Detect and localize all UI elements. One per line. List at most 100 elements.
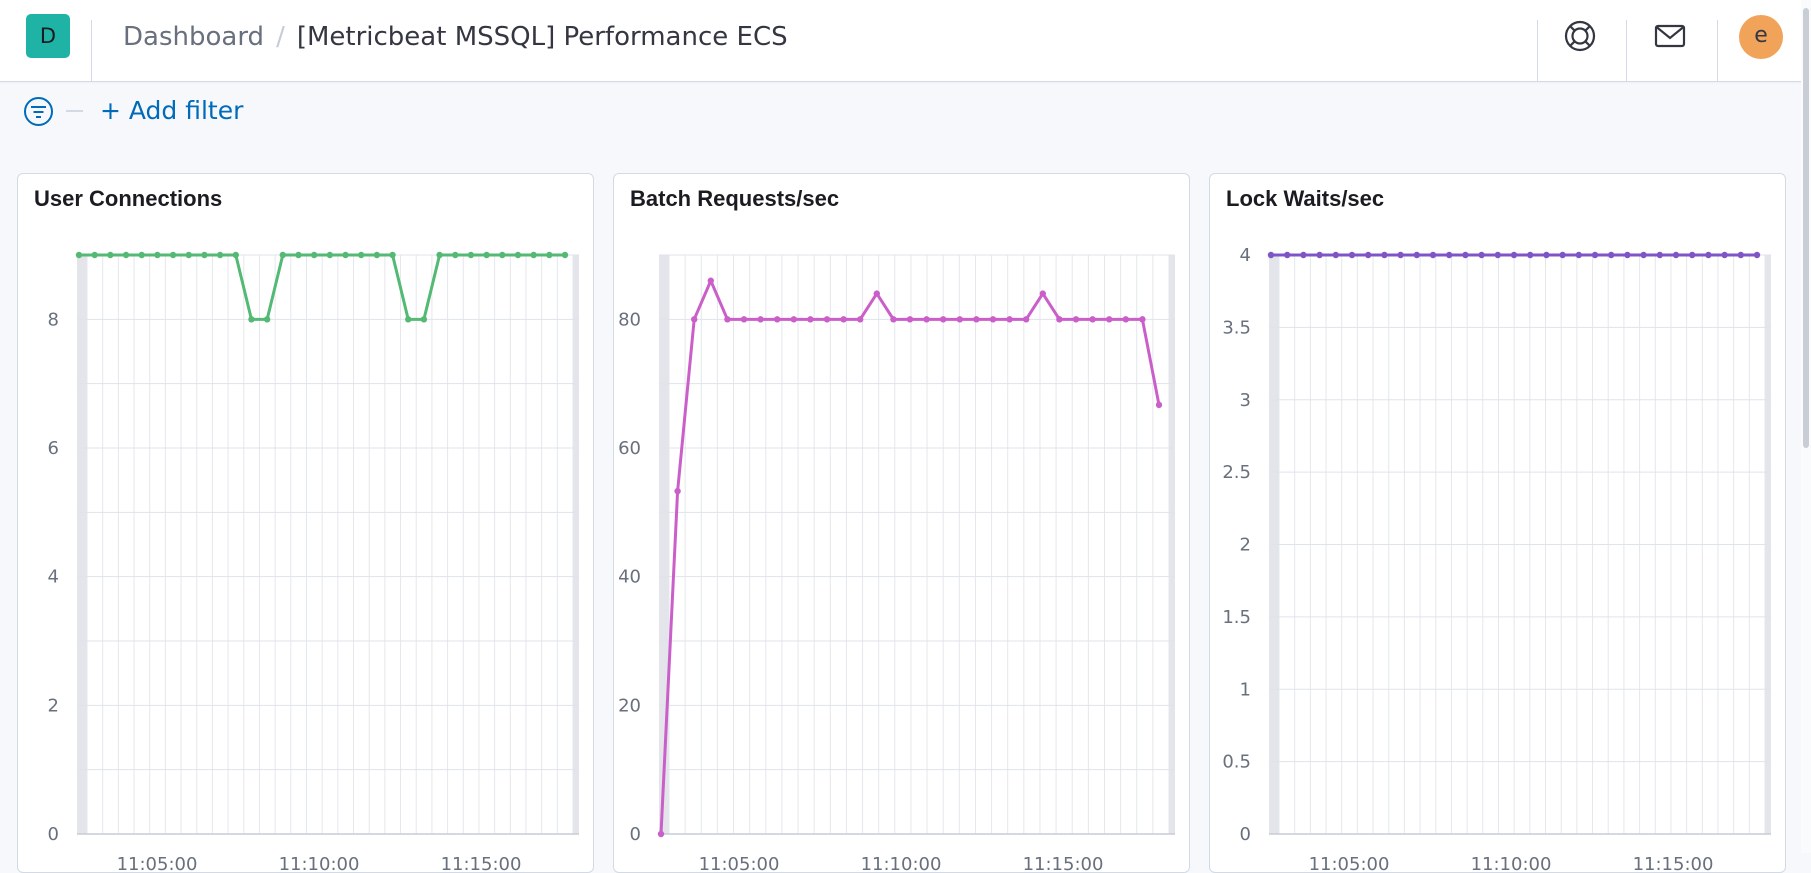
y-tick-label: 0.5	[1222, 752, 1251, 773]
x-tick-label: 11:05:00	[117, 854, 198, 873]
data-point	[310, 251, 318, 259]
batch-requests-chart: 0 20 40 60 80 11:05:00 11:10:00 11:15:00	[618, 254, 1175, 873]
y-tick-label: 6	[48, 438, 59, 459]
plot-edge-band	[1169, 255, 1175, 834]
data-point	[373, 251, 381, 259]
data-point	[807, 316, 814, 323]
data-point	[674, 487, 681, 495]
space-logo[interactable]: D	[26, 14, 70, 58]
y-tick-label: 0	[630, 824, 641, 845]
data-point	[1316, 251, 1323, 259]
panel-lock-waits: Lock Waits/sec 0 0.5 1 1.5 2 2.5 3 3.5 4 11:05:00…	[1209, 173, 1786, 873]
data-point	[216, 251, 224, 259]
filter-separator	[66, 110, 83, 112]
data-point	[1705, 251, 1712, 259]
data-point	[91, 251, 98, 259]
data-point	[342, 251, 349, 259]
data-point	[122, 251, 130, 259]
data-point	[1462, 251, 1469, 259]
data-point	[1624, 251, 1631, 259]
header-divider	[91, 20, 92, 81]
data-point	[467, 251, 475, 259]
y-tick-label: 1.5	[1222, 607, 1251, 628]
data-point	[530, 251, 537, 259]
data-point	[295, 251, 302, 259]
filter-icon[interactable]	[23, 96, 54, 127]
data-point	[1267, 251, 1275, 259]
data-point	[1381, 251, 1388, 259]
y-tick-label: 0	[1240, 824, 1251, 845]
y-tick-label: 4	[1240, 245, 1251, 266]
data-point	[499, 251, 506, 259]
data-point	[514, 251, 522, 259]
x-tick-label: 11:15:00	[1023, 854, 1104, 873]
user-connections-chart: 0 2 4 6 8 11:05:00 11:10:00 11:15:00	[48, 251, 579, 873]
data-point	[248, 316, 255, 323]
data-point	[1122, 316, 1129, 323]
data-point	[154, 251, 161, 259]
data-point	[1672, 251, 1680, 259]
lifebuoy-icon[interactable]	[1562, 18, 1598, 54]
y-tick-label: 0	[48, 824, 59, 845]
data-point	[1413, 251, 1420, 259]
breadcrumb-separator: /	[276, 22, 285, 52]
mail-icon[interactable]	[1652, 18, 1688, 54]
data-point	[890, 316, 897, 323]
user-avatar[interactable]: e	[1739, 15, 1783, 59]
x-tick-label: 11:10:00	[861, 854, 942, 873]
data-point	[1072, 316, 1080, 323]
y-tick-label: 80	[618, 309, 641, 330]
data-point	[657, 830, 665, 838]
page-scrollbar-thumb[interactable]	[1803, 8, 1809, 448]
panel-user-connections: User Connections 0 2 4 6 8 11:05:00 11:10:00 11…	[17, 173, 594, 873]
header-divider	[1717, 20, 1718, 81]
data-point	[840, 316, 847, 323]
data-point	[1056, 316, 1063, 323]
data-point	[75, 251, 83, 259]
data-point	[1510, 251, 1518, 259]
data-point	[790, 316, 797, 323]
data-point	[1543, 251, 1550, 259]
y-tick-label: 40	[618, 567, 641, 588]
data-point	[263, 316, 271, 323]
data-point	[1300, 251, 1307, 259]
data-point	[1478, 251, 1485, 259]
data-point	[1106, 316, 1113, 323]
data-point	[1721, 251, 1728, 259]
data-point	[989, 316, 997, 323]
x-tick-label: 11:05:00	[1309, 854, 1390, 873]
breadcrumb-dashboard-link[interactable]: Dashboard	[123, 22, 264, 52]
x-tick-label: 11:10:00	[279, 854, 360, 873]
data-point	[420, 316, 428, 323]
data-point	[973, 316, 980, 323]
plot-edge-band	[77, 255, 87, 834]
data-point	[1023, 316, 1030, 323]
data-point	[1139, 316, 1146, 323]
data-point	[436, 251, 443, 259]
data-point	[279, 251, 287, 259]
data-point	[823, 316, 831, 323]
x-tick-label: 11:10:00	[1471, 854, 1552, 873]
data-point	[169, 251, 177, 259]
data-point	[561, 251, 569, 259]
y-tick-label: 20	[618, 695, 641, 716]
data-point	[1429, 251, 1437, 259]
data-point	[1608, 251, 1615, 259]
data-point	[691, 316, 698, 323]
data-point	[201, 251, 208, 259]
data-point	[232, 251, 239, 259]
y-tick-label: 3.5	[1222, 317, 1251, 338]
series-line	[659, 279, 1161, 835]
data-point	[1753, 251, 1761, 259]
data-point	[906, 316, 914, 323]
data-point	[757, 316, 764, 323]
data-point	[185, 251, 192, 259]
data-point	[1656, 251, 1663, 259]
y-tick-label: 4	[48, 567, 59, 588]
data-point	[1737, 251, 1744, 259]
y-tick-label: 60	[618, 438, 641, 459]
y-tick-label: 2	[1240, 535, 1251, 556]
data-point	[1039, 290, 1046, 297]
header-divider	[1626, 20, 1627, 81]
add-filter-button[interactable]: + Add filter	[100, 94, 243, 128]
